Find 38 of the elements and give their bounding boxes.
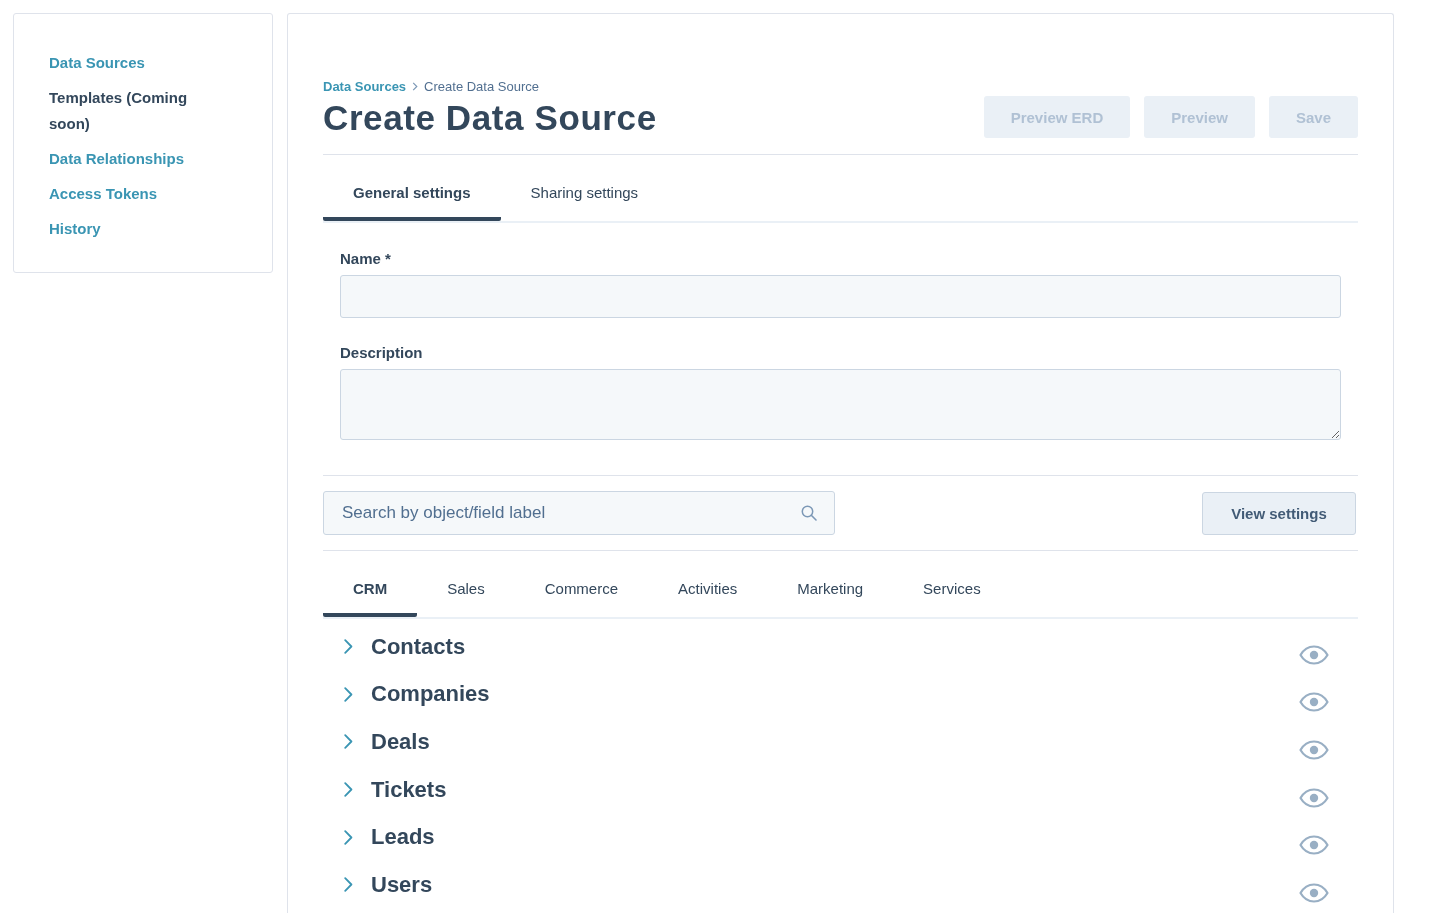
- chevron-icon[interactable]: [344, 639, 353, 655]
- search-field[interactable]: Search by object/field label: [323, 491, 835, 535]
- chevron-icon[interactable]: [344, 877, 353, 893]
- breadcrumb-current: Create Data Source: [424, 78, 539, 94]
- chevron-icon[interactable]: [344, 734, 353, 750]
- page-title: Create Data Source: [323, 98, 657, 138]
- search-icon: [801, 505, 817, 521]
- object-tab[interactable]: Activities: [648, 551, 768, 617]
- eye-icon[interactable]: [1299, 692, 1329, 713]
- sidebar-item: Templates (Coming soon): [49, 88, 189, 134]
- object-tab[interactable]: Commerce: [514, 551, 649, 617]
- object-name[interactable]: Contacts: [371, 633, 466, 660]
- object-tab[interactable]: Marketing: [767, 551, 894, 617]
- field-label: Name *: [340, 250, 391, 267]
- object-name[interactable]: Companies: [371, 681, 490, 708]
- object-tab[interactable]: Services: [893, 551, 1011, 617]
- eye-icon[interactable]: [1299, 882, 1329, 903]
- settings-tab[interactable]: Sharing settings: [500, 155, 669, 221]
- object-tab[interactable]: CRM: [323, 551, 418, 617]
- chevron-icon[interactable]: [344, 829, 353, 845]
- object-tab[interactable]: Sales: [417, 551, 515, 617]
- breadcrumb-link[interactable]: Data Sources: [323, 78, 407, 94]
- chevron-icon[interactable]: [344, 686, 353, 702]
- settings-tab[interactable]: General settings: [323, 155, 501, 221]
- input-field[interactable]: [340, 275, 1341, 318]
- object-name[interactable]: Deals: [371, 729, 430, 755]
- textarea-field[interactable]: [340, 369, 1341, 440]
- object-name[interactable]: Leads: [371, 824, 435, 851]
- chevron-icon[interactable]: [344, 782, 353, 798]
- eye-icon[interactable]: [1299, 787, 1329, 808]
- field-label: Description: [340, 344, 423, 361]
- object-name[interactable]: Tickets: [371, 776, 447, 803]
- eye-icon[interactable]: [1299, 740, 1329, 760]
- view-settings-button[interactable]: View settings: [1202, 491, 1356, 535]
- eye-icon[interactable]: [1299, 644, 1329, 665]
- chevron-right-icon: [412, 81, 419, 91]
- eye-icon[interactable]: [1299, 835, 1329, 856]
- object-name[interactable]: Users: [371, 871, 433, 898]
